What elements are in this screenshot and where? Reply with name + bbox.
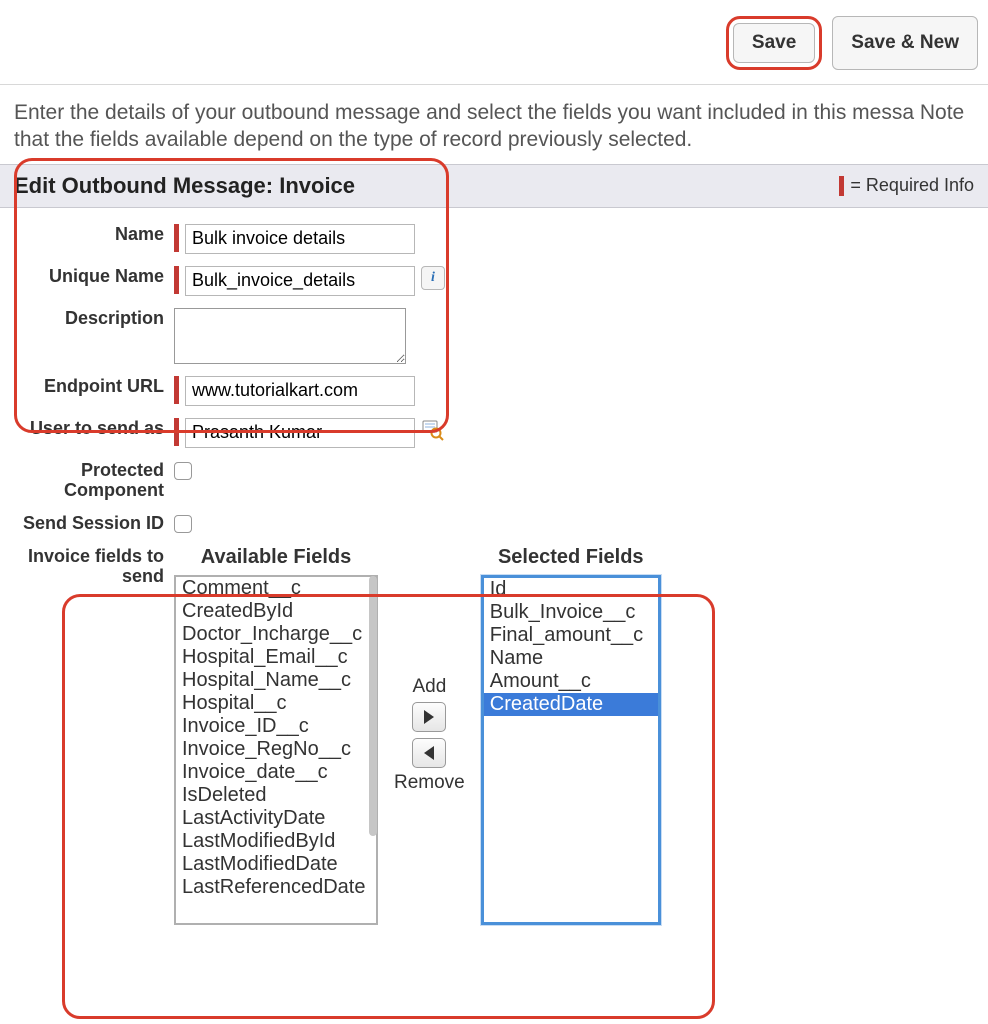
list-item[interactable]: Comment__c [176, 577, 376, 600]
save-highlight-annotation: Save [726, 16, 822, 70]
label-unique-name: Unique Name [14, 266, 174, 287]
row-name: Name [14, 218, 974, 260]
available-fields-list[interactable]: Comment__cCreatedByIdDoctor_Incharge__cH… [174, 575, 378, 925]
toolbar: Save Save & New [0, 0, 988, 85]
lookup-icon[interactable] [421, 418, 445, 442]
arrow-right-icon [424, 710, 434, 724]
row-fields-to-send: Invoice fields to send Available Fields … [14, 540, 974, 931]
row-protected-component: Protected Component [14, 454, 974, 507]
label-protected-component: Protected Component [14, 460, 174, 501]
list-item[interactable]: Final_amount__c [484, 624, 658, 647]
dual-picklist: Available Fields Comment__cCreatedByIdDo… [174, 546, 661, 925]
row-endpoint-url: Endpoint URL [14, 370, 974, 412]
list-item[interactable]: Invoice_date__c [176, 761, 376, 784]
list-item[interactable]: Hospital_Email__c [176, 646, 376, 669]
required-bar-icon [174, 266, 179, 294]
row-description: Description [14, 302, 974, 370]
available-fields-column: Available Fields Comment__cCreatedByIdDo… [174, 546, 378, 925]
selected-fields-column: Selected Fields IdBulk_Invoice__cFinal_a… [481, 546, 661, 925]
list-item[interactable]: LastActivityDate [176, 807, 376, 830]
form-area: Name Unique Name i Description Endpoint … [0, 208, 988, 941]
selected-fields-title: Selected Fields [498, 546, 644, 569]
selected-fields-list[interactable]: IdBulk_Invoice__cFinal_amount__cNameAmou… [481, 575, 661, 925]
label-endpoint-url: Endpoint URL [14, 376, 174, 397]
list-item[interactable]: LastModifiedDate [176, 853, 376, 876]
remove-button[interactable] [412, 738, 446, 768]
list-item[interactable]: CreatedDate [484, 693, 658, 716]
scrollbar-icon[interactable] [369, 576, 377, 836]
label-fields-to-send: Invoice fields to send [14, 546, 174, 587]
row-send-session-id: Send Session ID [14, 507, 974, 540]
section-title: Edit Outbound Message: Invoice [14, 173, 355, 199]
name-input[interactable] [185, 224, 415, 254]
add-button[interactable] [412, 702, 446, 732]
label-user-to-send: User to send as [14, 418, 174, 439]
picklist-controls: Add Remove [394, 676, 465, 794]
info-icon[interactable]: i [421, 266, 445, 290]
available-fields-title: Available Fields [201, 546, 351, 569]
row-user-to-send: User to send as [14, 412, 974, 454]
label-name: Name [14, 224, 174, 245]
list-item[interactable]: Bulk_Invoice__c [484, 601, 658, 624]
label-send-session-id: Send Session ID [14, 513, 174, 534]
endpoint-url-input[interactable] [185, 376, 415, 406]
description-textarea[interactable] [174, 308, 406, 364]
protected-component-checkbox[interactable] [174, 462, 192, 480]
section-header: Edit Outbound Message: Invoice = Require… [0, 164, 988, 208]
list-item[interactable]: Name [484, 647, 658, 670]
arrow-left-icon [424, 746, 434, 760]
save-and-new-button[interactable]: Save & New [832, 16, 978, 70]
required-bar-icon [174, 224, 179, 252]
required-legend: = Required Info [839, 175, 974, 196]
list-item[interactable]: Doctor_Incharge__c [176, 623, 376, 646]
list-item[interactable]: Amount__c [484, 670, 658, 693]
send-session-id-checkbox[interactable] [174, 515, 192, 533]
add-label: Add [412, 676, 446, 698]
save-button[interactable]: Save [733, 23, 815, 63]
intro-text: Enter the details of your outbound messa… [0, 85, 988, 164]
required-legend-text: = Required Info [850, 175, 974, 196]
required-bar-icon [839, 176, 844, 196]
row-unique-name: Unique Name i [14, 260, 974, 302]
list-item[interactable]: Hospital_Name__c [176, 669, 376, 692]
list-item[interactable]: Invoice_RegNo__c [176, 738, 376, 761]
label-description: Description [14, 308, 174, 329]
list-item[interactable]: Invoice_ID__c [176, 715, 376, 738]
list-item[interactable]: Id [484, 578, 658, 601]
list-item[interactable]: CreatedById [176, 600, 376, 623]
list-item[interactable]: LastReferencedDate [176, 876, 376, 899]
user-to-send-input[interactable] [185, 418, 415, 448]
required-bar-icon [174, 418, 179, 446]
list-item[interactable]: LastModifiedById [176, 830, 376, 853]
unique-name-input[interactable] [185, 266, 415, 296]
list-item[interactable]: Hospital__c [176, 692, 376, 715]
list-item[interactable]: IsDeleted [176, 784, 376, 807]
required-bar-icon [174, 376, 179, 404]
remove-label: Remove [394, 772, 465, 794]
